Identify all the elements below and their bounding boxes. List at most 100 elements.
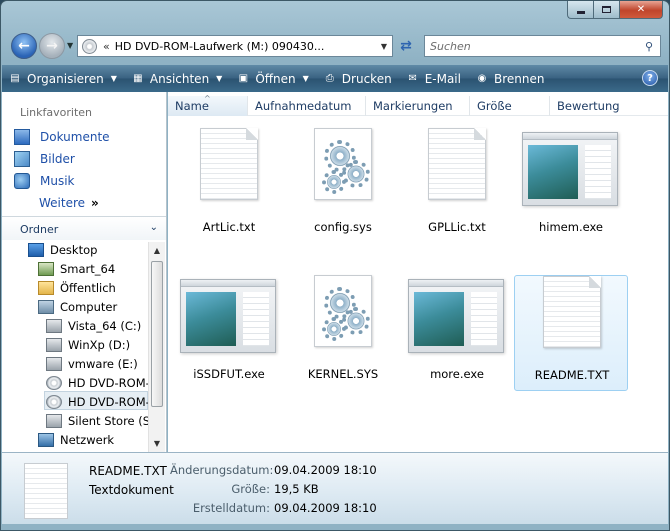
selected-file-name: README.TXT	[89, 464, 167, 478]
address-bar[interactable]: « HD DVD-ROM-Laufwerk (M:) 090430... ▼	[77, 35, 393, 57]
minimize-icon	[576, 10, 585, 14]
favorites-title: Linkfavoriten	[20, 106, 93, 119]
tree-item-label: HD DVD-ROM-	[68, 376, 150, 390]
search-icon[interactable]: ⚲	[638, 40, 660, 53]
tree-item[interactable]: Smart_64	[38, 262, 115, 276]
file-name: ArtLic.txt	[202, 220, 256, 234]
detail-modified: Änderungsdatum:09.04.2009 18:10	[170, 463, 377, 477]
column-rating[interactable]: Bewertung	[550, 96, 668, 116]
fav-link-pictures[interactable]: Bilder	[14, 151, 75, 167]
network-icon	[38, 433, 54, 447]
drive-icon	[46, 414, 62, 428]
tree-item[interactable]: vmware (E:)	[46, 357, 138, 371]
app-window-pic	[414, 292, 464, 346]
tree-item[interactable]: Computer	[38, 300, 117, 314]
scroll-up-button[interactable]: ▲	[149, 242, 165, 259]
file-item[interactable]: GPLLic.txt	[400, 128, 514, 244]
tree-item[interactable]: Vista_64 (C:)	[46, 319, 141, 333]
tree-item[interactable]: Desktop	[28, 243, 97, 257]
pictures-icon	[14, 151, 30, 167]
file-item[interactable]: himem.exe	[514, 128, 628, 244]
command--ffnen[interactable]: ▣ Öffnen ▼	[236, 72, 309, 86]
detail-value: 09.04.2009 18:10	[274, 501, 377, 515]
text-document-icon	[24, 463, 68, 519]
maximize-button[interactable]	[593, 1, 619, 19]
file-name: GPLLic.txt	[428, 220, 486, 234]
close-button[interactable]: ✕	[619, 1, 663, 19]
command-label: Ansichten	[149, 71, 210, 86]
fav-link-documents[interactable]: Dokumente	[14, 129, 110, 145]
detail-value: 09.04.2009 18:10	[274, 463, 377, 477]
command-label: E-Mail	[424, 71, 461, 86]
documents-icon	[14, 129, 30, 145]
command-bar: ▤ Organisieren ▼ ▦ Ansichten ▼ ▣ Öffnen ▼ ⎙ Drucke…	[2, 65, 668, 92]
column-label: Größe	[477, 99, 512, 113]
search-input[interactable]	[430, 39, 638, 53]
email-icon: ✉	[408, 73, 417, 84]
minimize-button[interactable]	[567, 1, 593, 19]
tree-item[interactable]: HD DVD-ROM-	[46, 395, 150, 409]
caption-buttons: ✕	[567, 1, 663, 19]
tree-item[interactable]: Silent Store (S:)	[46, 414, 158, 428]
column-tags[interactable]: Markierungen	[366, 96, 470, 116]
back-button[interactable]: ←	[11, 33, 37, 59]
command-ansichten[interactable]: ▦ Ansichten ▼	[131, 72, 222, 86]
address-path[interactable]: HD DVD-ROM-Laufwerk (M:) 090430...	[115, 40, 376, 53]
command-drucken[interactable]: ⎙ Drucken	[323, 72, 392, 86]
refresh-button[interactable]: ⇄	[394, 35, 418, 57]
column-label: Aufnahmedatum	[255, 99, 352, 113]
fav-label: Musik	[40, 174, 75, 188]
search-box[interactable]: ⚲	[424, 35, 661, 57]
column-size[interactable]: Größe	[470, 96, 550, 116]
more-links-button[interactable]: Weitere »	[39, 196, 99, 210]
file-item[interactable]: more.exe	[400, 275, 514, 391]
column-date-taken[interactable]: Aufnahmedatum	[248, 96, 366, 116]
dvd-icon	[82, 38, 97, 54]
tree-item[interactable]: Netzwerk	[38, 433, 114, 447]
fav-label: Dokumente	[40, 130, 110, 144]
command-organisieren[interactable]: ▤ Organisieren ▼	[8, 72, 117, 86]
detail-key: Erstelldatum:	[192, 501, 270, 515]
file-item[interactable]: iSSDFUT.exe	[172, 275, 286, 391]
tree-item[interactable]: Öffentlich	[38, 281, 116, 295]
app-window-pic	[186, 292, 236, 346]
command-e-mail[interactable]: ✉ E-Mail	[406, 72, 461, 86]
details-pane: README.TXT Textdokument Änderungsdatum:0…	[2, 452, 668, 524]
dvd-icon	[46, 376, 62, 390]
tree-item[interactable]: HD DVD-ROM-	[46, 376, 150, 390]
app-window-side	[471, 292, 497, 346]
gear-icon	[322, 317, 346, 341]
maximize-icon	[602, 6, 611, 13]
more-label: Weitere	[39, 196, 86, 210]
dvd-icon	[46, 395, 62, 409]
command-brennen[interactable]: ◉ Brennen	[475, 71, 545, 86]
file-item[interactable]: KERNEL.SYS	[286, 275, 400, 391]
detail-value: 19,5 KB	[274, 482, 319, 496]
breadcrumb-overflow[interactable]: «	[103, 40, 110, 53]
tree-item[interactable]: WinXp (D:)	[46, 338, 130, 352]
scroll-thumb[interactable]	[151, 261, 163, 407]
help-button[interactable]: ?	[642, 70, 658, 86]
detail-created: Erstelldatum: 09.04.2009 18:10	[170, 501, 377, 515]
app-window-bar	[409, 280, 503, 287]
tree-scrollbar[interactable]: ▲ ▼	[148, 242, 165, 452]
system-file-gears-icon	[314, 128, 372, 200]
app-window-pic	[528, 145, 578, 199]
chevron-down-icon: ⌄	[149, 222, 158, 233]
command-label: Brennen	[493, 71, 545, 86]
tree-item-label: WinXp (D:)	[68, 338, 131, 352]
fav-link-music[interactable]: Musik	[14, 173, 75, 189]
file-item[interactable]: README.TXT	[514, 275, 628, 391]
close-icon: ✕	[636, 4, 646, 15]
forward-button[interactable]: →	[39, 33, 65, 59]
address-dropdown[interactable]: ▼	[376, 42, 392, 51]
column-name[interactable]: ^ Name	[168, 94, 248, 116]
file-item[interactable]: config.sys	[286, 128, 400, 244]
folders-header[interactable]: Ordner ⌄	[2, 216, 166, 240]
app-window-bar	[523, 133, 617, 140]
recent-pages-dropdown[interactable]: ▼	[67, 41, 73, 50]
scroll-down-button[interactable]: ▼	[149, 435, 165, 452]
navigation-pane: Linkfavoriten Dokumente Bilder Musik Wei…	[2, 92, 167, 452]
gear-icon	[342, 307, 370, 335]
file-item[interactable]: ArtLic.txt	[172, 128, 286, 244]
